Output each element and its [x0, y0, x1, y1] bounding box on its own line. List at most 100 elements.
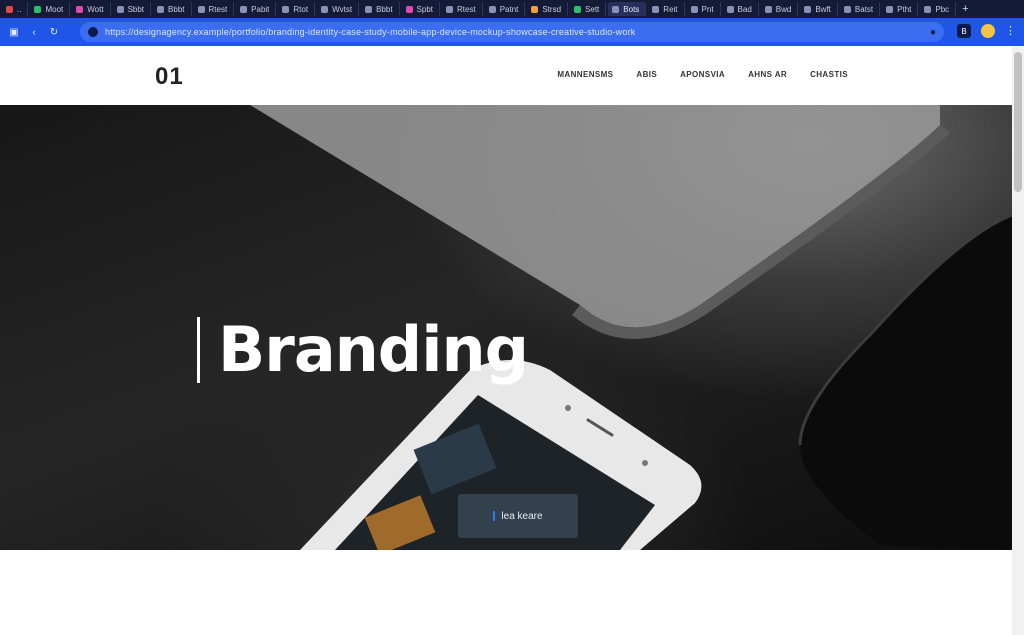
browser-toolbar: ▣ ‹ ↻ ● B ⋮ [0, 18, 1024, 46]
tab-label: Pnt [701, 4, 714, 14]
tab-label: Rtest [457, 4, 476, 14]
tab-label: Batst [854, 4, 874, 14]
hero-title: Branding [197, 316, 529, 383]
browser-tab[interactable]: Rtest [442, 2, 483, 16]
tab-favicon-icon [843, 5, 851, 13]
tab-favicon-icon [197, 5, 205, 13]
tab-favicon-icon [76, 5, 84, 13]
tab-label: Moot [45, 4, 64, 14]
nav-item-2[interactable]: Abis [636, 70, 657, 79]
browser-tab[interactable]: Bwd [761, 2, 799, 16]
browser-tab[interactable]: Bots [608, 2, 647, 16]
tab-label: Reit [663, 4, 678, 14]
tab-label: Bwft [815, 4, 831, 14]
tab-label: Sett [585, 4, 600, 14]
browser-tab[interactable]: Rtest [194, 2, 235, 16]
tab-favicon-icon [282, 5, 290, 13]
browser-tab[interactable]: Pabit [236, 2, 277, 16]
hero-cta-label: lea keare [501, 510, 543, 522]
tab-label: Bad [737, 4, 752, 14]
tab-favicon-icon [405, 5, 413, 13]
browser-tab[interactable]: Wvtst [317, 2, 360, 16]
browser-tab[interactable]: Wott [72, 2, 111, 16]
tab-favicon-icon [804, 5, 812, 13]
tab-favicon-icon [924, 5, 932, 13]
tab-label: Strsd [542, 4, 562, 14]
browser-tab[interactable]: Batst [840, 2, 881, 16]
menu-icon[interactable]: ⋮ [1005, 25, 1016, 37]
extensions-icon[interactable]: ▣ [8, 26, 20, 38]
hero-cta-button[interactable]: lea keare [458, 494, 578, 538]
tab-label: Bbbt [376, 4, 393, 14]
scrollbar-thumb[interactable] [1014, 52, 1022, 192]
browser-tab[interactable]: Pnt [687, 2, 721, 16]
site-header: 01 Mannensms Abis Aponsvia Ahns ar Chast… [0, 46, 1012, 105]
tab-favicon-icon [240, 5, 248, 13]
browser-tab[interactable]: Sett [570, 2, 607, 16]
tab-favicon-icon [886, 5, 894, 13]
tab-favicon-icon [488, 5, 496, 13]
accent-bar-icon [493, 511, 496, 521]
tab-favicon-icon [446, 5, 454, 13]
nav-item-5[interactable]: Chastis [810, 70, 848, 79]
page-scrollbar[interactable] [1012, 46, 1024, 635]
nav-item-3[interactable]: Aponsvia [680, 70, 725, 79]
site-info-icon[interactable] [88, 27, 98, 37]
tab-label: Pbc [935, 4, 950, 14]
tab-label: Bots [623, 4, 640, 14]
tab-favicon-icon [726, 5, 734, 13]
site-logo[interactable]: 01 [155, 63, 184, 91]
tab-label: Pabit [251, 4, 270, 14]
nav-item-4[interactable]: Ahns ar [748, 70, 787, 79]
tab-favicon-icon [764, 5, 772, 13]
profile-avatar[interactable] [981, 24, 995, 38]
new-tab-button[interactable]: + [962, 3, 968, 15]
page-viewport: 01 Mannensms Abis Aponsvia Ahns ar Chast… [0, 46, 1012, 635]
tab-favicon-icon [652, 5, 660, 13]
url-input[interactable] [103, 26, 930, 38]
tab-label: Wvtst [332, 4, 353, 14]
content-section [0, 550, 1012, 635]
bookmark-icon[interactable]: ● [930, 27, 936, 38]
browser-tab[interactable]: Reit [648, 2, 685, 16]
reload-icon[interactable]: ↻ [48, 26, 60, 38]
tab-label: Bwd [775, 4, 792, 14]
tab-label: .. [17, 4, 22, 14]
tab-label: Rtest [208, 4, 228, 14]
tab-favicon-icon [157, 5, 165, 13]
tab-favicon-icon [574, 5, 582, 13]
hero-section: Branding lea keare [0, 105, 1012, 550]
browser-tab[interactable]: Bad [723, 2, 759, 16]
browser-tab[interactable]: Moot [30, 2, 71, 16]
tab-favicon-icon [116, 5, 124, 13]
tab-label: Patnt [499, 4, 519, 14]
browser-tab[interactable]: Spbt [402, 2, 441, 16]
nav-item-1[interactable]: Mannensms [557, 70, 613, 79]
tab-label: Sbbt [127, 4, 145, 14]
tab-label: Rtot [293, 4, 309, 14]
tab-label: Ptht [897, 4, 912, 14]
browser-tab-strip: .. Moot Wott Sbbt Bbbt Rtest Pabit Rtot Wvtst Bbb… [0, 0, 1024, 18]
browser-tab[interactable]: .. [2, 2, 29, 16]
back-icon[interactable]: ‹ [28, 26, 40, 38]
tab-favicon-icon [690, 5, 698, 13]
tab-favicon-icon [321, 5, 329, 13]
tab-label: Bbbt [168, 4, 185, 14]
browser-tab[interactable]: Bbbt [153, 2, 192, 16]
tab-favicon-icon [365, 5, 373, 13]
tab-favicon-icon [531, 5, 539, 13]
browser-tab[interactable]: Pbc [920, 2, 957, 16]
extension-button[interactable]: B [957, 24, 971, 38]
browser-tab[interactable]: Bbbt [361, 2, 400, 16]
browser-tab[interactable]: Ptht [882, 2, 919, 16]
browser-tab[interactable]: Sbbt [113, 2, 152, 16]
browser-tab[interactable]: Patnt [485, 2, 526, 16]
browser-tab[interactable]: Bwft [800, 2, 838, 16]
tab-label: Spbt [416, 4, 434, 14]
tab-favicon-icon [612, 5, 620, 13]
address-bar[interactable]: ● [80, 22, 944, 42]
tab-favicon-icon [34, 5, 42, 13]
browser-tab[interactable]: Rtot [278, 2, 316, 16]
main-nav: Mannensms Abis Aponsvia Ahns ar Chastis [557, 70, 848, 79]
browser-tab[interactable]: Strsd [527, 2, 569, 16]
